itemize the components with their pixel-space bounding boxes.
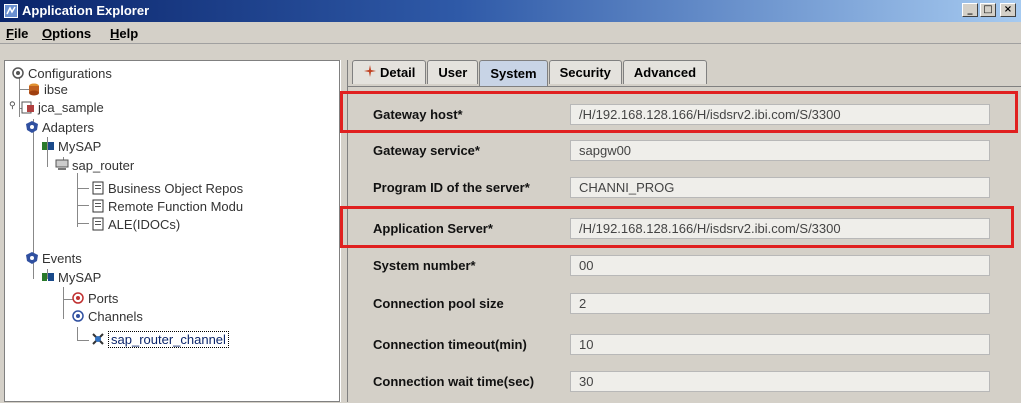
tree-node-business-object-repository[interactable]: Business Object Repos bbox=[91, 180, 243, 196]
tab-advanced[interactable]: Advanced bbox=[622, 60, 708, 84]
tree-node-channels[interactable]: Channels bbox=[71, 308, 143, 324]
connection-pool-size-field[interactable]: 2 bbox=[570, 293, 990, 314]
menu-bar: File Options Help bbox=[0, 22, 1021, 44]
program-id-label: Program ID of the server* bbox=[373, 180, 530, 195]
tab-user[interactable]: User bbox=[427, 60, 479, 84]
channel-icon bbox=[71, 309, 85, 323]
gateway-host-highlight bbox=[340, 91, 1018, 133]
application-server-highlight bbox=[340, 206, 1014, 248]
tree-node-configurations[interactable]: Configurations bbox=[11, 65, 112, 81]
expand-icon[interactable]: ⚲ bbox=[9, 101, 16, 111]
tree-node-mysap-events[interactable]: MySAP bbox=[41, 269, 101, 285]
gateway-service-field[interactable]: sapgw00 bbox=[570, 140, 990, 161]
document-icon bbox=[91, 199, 105, 213]
sap-adapter-icon bbox=[41, 270, 55, 284]
close-button[interactable]: × bbox=[1000, 3, 1016, 17]
tree-node-sap-router[interactable]: sap_router bbox=[55, 157, 134, 173]
connection-wait-time-field[interactable]: 30 bbox=[570, 371, 990, 392]
menu-help[interactable]: Help bbox=[110, 26, 138, 41]
title-bar[interactable]: Application Explorer _ □ × bbox=[0, 0, 1021, 22]
tree-node-sap-router-channel[interactable]: sap_router_channel bbox=[91, 330, 229, 348]
port-icon bbox=[71, 291, 85, 305]
gateway-service-label: Gateway service* bbox=[373, 143, 480, 158]
tree-node-ibse[interactable]: ibse bbox=[27, 81, 68, 97]
system-number-label: System number* bbox=[373, 258, 476, 273]
detail-icon bbox=[363, 64, 377, 81]
program-id-field[interactable]: CHANNI_PROG bbox=[570, 177, 990, 198]
sap-adapter-icon bbox=[41, 139, 55, 153]
tab-detail[interactable]: Detail bbox=[352, 60, 427, 84]
maximize-button[interactable]: □ bbox=[980, 3, 996, 17]
tree-node-events[interactable]: Events bbox=[25, 250, 82, 266]
menu-file[interactable]: File bbox=[6, 26, 28, 41]
connection-timeout-field[interactable]: 10 bbox=[570, 334, 990, 355]
database-icon bbox=[27, 82, 41, 96]
menu-options[interactable]: Options bbox=[42, 26, 91, 41]
connection-pool-size-label: Connection pool size bbox=[373, 296, 504, 311]
tab-bar: Detail User System Security Advanced bbox=[352, 60, 708, 86]
configurations-icon bbox=[11, 66, 25, 80]
tree-node-jca-sample[interactable]: ⚲ jca_sample bbox=[9, 99, 104, 115]
tree-node-mysap-adapter[interactable]: MySAP bbox=[41, 138, 101, 154]
tree-node-ale-idocs[interactable]: ALE(IDOCs) bbox=[91, 216, 180, 232]
tab-security[interactable]: Security bbox=[548, 60, 622, 84]
minimize-button[interactable]: _ bbox=[962, 3, 978, 17]
shield-icon bbox=[25, 120, 39, 134]
window-title: Application Explorer bbox=[22, 3, 150, 18]
config-folder-icon bbox=[21, 100, 35, 114]
server-icon bbox=[55, 158, 69, 172]
tree-node-adapters[interactable]: Adapters bbox=[25, 119, 94, 135]
channel-stopped-icon bbox=[91, 332, 105, 346]
app-explorer-icon bbox=[4, 4, 18, 18]
connection-wait-time-label: Connection wait time(sec) bbox=[373, 374, 535, 389]
configuration-tree[interactable]: Configurations ibse ⚲ jca_sample Adapter… bbox=[4, 60, 340, 402]
system-number-field[interactable]: 00 bbox=[570, 255, 990, 276]
tab-system[interactable]: System bbox=[479, 60, 548, 86]
tree-node-remote-function-module[interactable]: Remote Function Modu bbox=[91, 198, 243, 214]
document-icon bbox=[91, 181, 105, 195]
shield-icon bbox=[25, 251, 39, 265]
document-icon bbox=[91, 217, 105, 231]
connection-timeout-label: Connection timeout(min) bbox=[373, 337, 527, 352]
tree-node-ports[interactable]: Ports bbox=[71, 290, 118, 306]
